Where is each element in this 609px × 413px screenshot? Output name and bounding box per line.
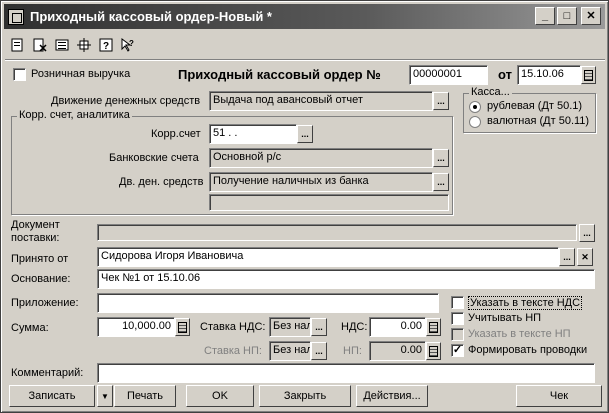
vat-label: НДС: bbox=[341, 321, 368, 333]
document-window: Приходный кассовый ордер-Новый * _ □ ✕ ?… bbox=[0, 0, 609, 413]
vat-rate-select-button[interactable]: ... bbox=[311, 318, 327, 336]
cash-flow-field[interactable]: Выдача под авансовый отчет bbox=[209, 91, 433, 111]
cash-flow-label: Движение денежных средств bbox=[51, 95, 201, 107]
flow-extra-field[interactable] bbox=[209, 194, 449, 211]
help-pointer-icon[interactable]: ? bbox=[119, 36, 137, 54]
doc-delete-icon[interactable] bbox=[31, 36, 49, 54]
create-entries-label: Формировать проводки bbox=[468, 344, 588, 356]
bank-field[interactable]: Основной р/с bbox=[209, 148, 433, 168]
attachment-label: Приложение: bbox=[11, 297, 79, 309]
retail-label: Розничная выручка bbox=[31, 68, 131, 80]
vat-calc-button[interactable] bbox=[426, 318, 441, 336]
comment-field[interactable] bbox=[97, 363, 595, 383]
cash-radio-cur-label: валютная (Дт 50.11) bbox=[487, 115, 590, 127]
date-field[interactable]: 15.10.06 bbox=[517, 65, 581, 85]
comment-label: Комментарий: bbox=[11, 367, 84, 379]
radio-selected-dot bbox=[473, 105, 477, 109]
np-calc-button[interactable] bbox=[426, 342, 441, 360]
close-button[interactable]: ✕ bbox=[581, 7, 601, 25]
create-entries-checkbox[interactable]: ✓ bbox=[451, 344, 464, 357]
sum-field[interactable]: 10,000.00 bbox=[97, 317, 175, 337]
cash-flow-select-button[interactable]: ... bbox=[433, 92, 449, 110]
bank-label: Банковские счета bbox=[109, 152, 199, 164]
actions-button[interactable]: Действия... bbox=[356, 385, 428, 407]
vat-in-text-label: Указать в тексте НДС bbox=[468, 296, 583, 310]
toolbar: ? ? bbox=[9, 35, 137, 55]
corr-group-title: Корр. счет, аналитика bbox=[17, 109, 132, 121]
calendar-button[interactable] bbox=[581, 66, 596, 84]
retail-checkbox[interactable] bbox=[13, 68, 26, 81]
vat-rate-label: Ставка НДС: bbox=[200, 321, 266, 333]
record-button[interactable]: Записать bbox=[9, 385, 95, 407]
account-np-label: Учитывать НП bbox=[468, 312, 542, 324]
doc-move-icon[interactable] bbox=[75, 36, 93, 54]
np-rate-label: Ставка НП: bbox=[204, 345, 262, 357]
np-rate-field[interactable]: Без нал bbox=[269, 341, 311, 361]
minimize-button[interactable]: _ bbox=[535, 7, 555, 25]
sum-label: Сумма: bbox=[11, 322, 49, 334]
doc-title: Приходный кассовый ордер № bbox=[178, 67, 381, 82]
toolbar-separator bbox=[5, 59, 605, 61]
account-select-button[interactable]: ... bbox=[297, 125, 313, 143]
calculator-icon bbox=[178, 321, 187, 333]
received-from-label: Принято от bbox=[11, 253, 69, 265]
supply-select-button[interactable]: ... bbox=[579, 224, 595, 242]
doc-number-field[interactable]: 00000001 bbox=[409, 65, 488, 85]
calendar-icon bbox=[584, 69, 593, 81]
vat-in-text-checkbox[interactable] bbox=[451, 296, 464, 309]
doc-view-icon[interactable] bbox=[9, 36, 27, 54]
ok-button[interactable]: OK bbox=[186, 385, 254, 407]
cash-radio-rub-label: рублевая (Дт 50.1) bbox=[487, 100, 583, 112]
calculator-icon bbox=[429, 321, 438, 333]
supply-field[interactable] bbox=[97, 224, 577, 241]
title-bar[interactable]: Приходный кассовый ордер-Новый * _ □ ✕ bbox=[4, 4, 605, 29]
np-field[interactable]: 0.00 bbox=[369, 341, 426, 361]
cash-group bbox=[463, 93, 596, 133]
vat-field[interactable]: 0.00 bbox=[369, 317, 426, 337]
app-icon bbox=[8, 8, 24, 25]
account-np-checkbox[interactable] bbox=[451, 312, 464, 325]
flow-field[interactable]: Получение наличных из банка bbox=[209, 172, 433, 192]
basis-field[interactable]: Чек №1 от 15.10.06 bbox=[97, 269, 595, 289]
np-in-text-checkbox[interactable] bbox=[451, 328, 464, 341]
supply-label: Документ поставки: bbox=[11, 219, 60, 244]
vat-rate-field[interactable]: Без нал bbox=[269, 317, 311, 337]
print-button[interactable]: Печать bbox=[114, 385, 176, 407]
clear-icon[interactable]: ✕ bbox=[577, 248, 593, 266]
cash-radio-rub[interactable] bbox=[469, 101, 481, 113]
receipt-button[interactable]: Чек bbox=[516, 385, 602, 407]
np-rate-select-button[interactable]: ... bbox=[311, 342, 327, 360]
close-form-button[interactable]: Закрыть bbox=[259, 385, 351, 407]
date-label: от bbox=[498, 67, 512, 82]
basis-label: Основание: bbox=[11, 273, 71, 285]
flow-label: Дв. ден. средств bbox=[119, 176, 204, 188]
maximize-button[interactable]: □ bbox=[557, 7, 577, 25]
account-field[interactable]: 51 . . bbox=[209, 124, 297, 144]
sum-calc-button[interactable] bbox=[175, 318, 190, 336]
bank-select-button[interactable]: ... bbox=[433, 149, 449, 167]
account-label: Корр.счет bbox=[151, 128, 201, 140]
help-icon[interactable]: ? bbox=[97, 36, 115, 54]
np-in-text-label: Указать в тексте НП bbox=[468, 328, 571, 340]
attachment-field[interactable] bbox=[97, 293, 439, 313]
cash-radio-cur[interactable] bbox=[469, 116, 481, 128]
received-from-field[interactable]: Сидорова Игоря Ивановича bbox=[97, 247, 559, 267]
record-dropdown-icon[interactable]: ▼ bbox=[97, 385, 113, 407]
flow-select-button[interactable]: ... bbox=[433, 173, 449, 191]
np-label: НП: bbox=[343, 345, 362, 357]
doc-list-icon[interactable] bbox=[53, 36, 71, 54]
cash-group-title: Касса... bbox=[469, 86, 512, 98]
svg-text:?: ? bbox=[103, 41, 109, 52]
calculator-icon bbox=[429, 345, 438, 357]
window-title: Приходный кассовый ордер-Новый * bbox=[30, 9, 272, 24]
received-from-select-button[interactable]: ... bbox=[559, 248, 575, 266]
svg-text:?: ? bbox=[129, 39, 134, 48]
